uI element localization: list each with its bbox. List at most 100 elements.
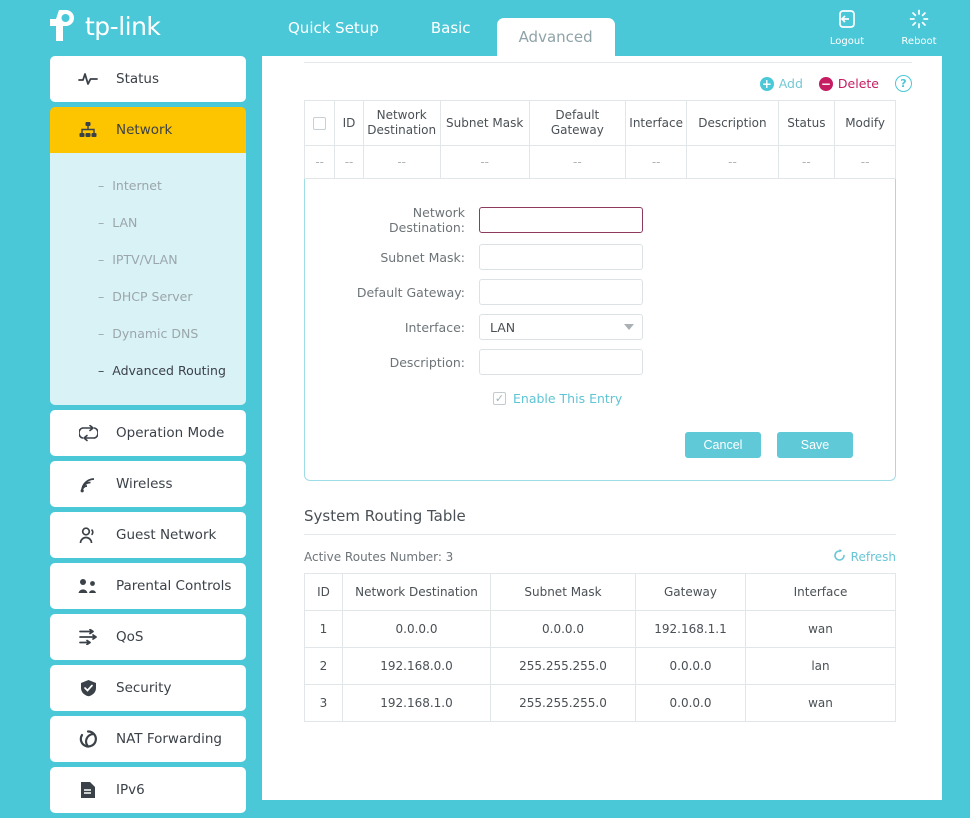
- cell-interface: --: [624, 145, 688, 179]
- document-icon: [78, 780, 98, 800]
- sidebar-item-network[interactable]: Network: [50, 107, 246, 153]
- sidebar-subitem-dhcp-server[interactable]: – DHCP Server: [50, 278, 246, 315]
- reboot-button[interactable]: Reboot: [894, 8, 944, 47]
- save-button[interactable]: Save: [777, 432, 853, 458]
- sys-cell-id: 1: [304, 610, 343, 648]
- enable-entry-checkbox[interactable]: ✓: [493, 392, 506, 405]
- sys-col-id: ID: [304, 573, 343, 611]
- label-description: Description:: [389, 354, 465, 370]
- cell-description: --: [686, 145, 779, 179]
- field-network-destination: Network Destination:: [305, 205, 895, 235]
- sidebar-item-parental-controls[interactable]: Parental Controls: [50, 563, 246, 609]
- sys-col-interface: Interface: [745, 573, 896, 611]
- sidebar-item-status[interactable]: Status: [50, 56, 246, 102]
- logout-button[interactable]: Logout: [822, 8, 872, 47]
- table-row-empty: -- -- -- -- -- -- -- -- --: [303, 145, 896, 179]
- select-all-header: [303, 100, 336, 146]
- sidebar-item-qos[interactable]: QoS: [50, 614, 246, 660]
- sidebar-item-wireless[interactable]: Wireless: [50, 461, 246, 507]
- add-button[interactable]: + Add: [759, 76, 803, 91]
- network-tree-icon: [78, 120, 98, 140]
- chevron-down-icon: [624, 324, 634, 330]
- sys-cell-mask: 255.255.255.0: [490, 647, 636, 685]
- sys-cell-id: 3: [304, 684, 343, 722]
- subnet-mask-input[interactable]: [479, 244, 643, 270]
- table-row: 3 192.168.1.0 255.255.255.0 0.0.0.0 wan: [304, 684, 896, 722]
- parental-icon: [78, 576, 98, 596]
- system-routing-table: ID Network Destination Subnet Mask Gatew…: [304, 573, 896, 722]
- help-icon[interactable]: ?: [895, 75, 912, 92]
- qos-arrows-icon: [78, 627, 98, 647]
- field-subnet-mask: Subnet Mask:: [305, 244, 895, 270]
- sidebar-item-nat-forwarding[interactable]: NAT Forwarding: [50, 716, 246, 762]
- sys-cell-gateway: 0.0.0.0: [635, 647, 746, 685]
- tplink-logo-mark: [45, 8, 79, 44]
- sys-col-mask: Subnet Mask: [490, 573, 636, 611]
- network-destination-input[interactable]: [479, 207, 643, 233]
- table-row: 1 0.0.0.0 0.0.0.0 192.168.1.1 wan: [304, 610, 896, 648]
- label-subnet-mask: Subnet Mask:: [380, 249, 465, 265]
- active-routes-number: Active Routes Number: 3: [304, 550, 454, 564]
- sys-cell-interface: wan: [745, 610, 896, 648]
- enable-entry-label[interactable]: Enable This Entry: [513, 391, 622, 406]
- submenu-label-advanced-routing: Advanced Routing: [112, 363, 226, 378]
- sidebar-subitem-iptv-vlan[interactable]: – IPTV/VLAN: [50, 241, 246, 278]
- sidebar-label-nat-forwarding: NAT Forwarding: [116, 731, 222, 747]
- pulse-icon: [78, 69, 98, 89]
- tplink-logo-text: tp-link: [85, 11, 161, 41]
- cell-id: --: [334, 145, 364, 179]
- app-header: tp-link Quick Setup Basic Advanced Logou…: [0, 0, 970, 56]
- sidebar-subitem-lan[interactable]: – LAN: [50, 204, 246, 241]
- tplink-logo: tp-link: [45, 8, 161, 44]
- main-content: + Add − Delete ? ID Network Destination …: [262, 56, 942, 800]
- label-default-gateway: Default Gateway:: [356, 284, 465, 300]
- wifi-icon: [78, 474, 98, 494]
- col-status: Status: [777, 100, 836, 146]
- sys-cell-id: 2: [304, 647, 343, 685]
- cancel-button[interactable]: Cancel: [685, 432, 761, 458]
- main-tabs: Quick Setup Basic Advanced: [262, 0, 615, 56]
- tab-advanced[interactable]: Advanced: [496, 18, 615, 56]
- tab-basic[interactable]: Basic: [405, 0, 497, 56]
- sidebar-subitem-advanced-routing[interactable]: – Advanced Routing: [50, 352, 246, 389]
- sidebar-subitem-internet[interactable]: – Internet: [50, 167, 246, 204]
- people-icon: [78, 525, 98, 545]
- col-interface: Interface: [624, 100, 688, 146]
- col-subnet-mask: Subnet Mask: [439, 100, 530, 146]
- cell-gateway: --: [528, 145, 626, 179]
- refresh-icon: [833, 549, 846, 565]
- sys-cell-interface: wan: [745, 684, 896, 722]
- logout-label: Logout: [829, 36, 865, 47]
- submenu-label-dynamic-dns: Dynamic DNS: [112, 326, 199, 341]
- sys-cell-gateway: 0.0.0.0: [635, 684, 746, 722]
- table-header-row: ID Network Destination Subnet Mask Defau…: [303, 100, 896, 146]
- default-gateway-input[interactable]: [479, 279, 643, 305]
- col-default-gateway: Default Gateway: [528, 100, 626, 146]
- sidebar-item-ipv6[interactable]: IPv6: [50, 767, 246, 813]
- system-routing-toolbar: Active Routes Number: 3 Refresh: [304, 549, 896, 565]
- field-description: Description:: [305, 349, 895, 375]
- sidebar-subitem-dynamic-dns[interactable]: – Dynamic DNS: [50, 315, 246, 352]
- form-buttons: Cancel Save: [305, 432, 895, 458]
- add-label: Add: [778, 76, 803, 91]
- tab-quick-setup[interactable]: Quick Setup: [262, 0, 405, 56]
- refresh-button[interactable]: Refresh: [833, 549, 896, 565]
- cell-select: --: [303, 145, 336, 179]
- submenu-label-iptv-vlan: IPTV/VLAN: [112, 252, 178, 267]
- select-all-checkbox[interactable]: [313, 116, 327, 130]
- sidebar-item-guest-network[interactable]: Guest Network: [50, 512, 246, 558]
- sidebar-item-operation-mode[interactable]: Operation Mode: [50, 410, 246, 456]
- interface-select-value: LAN: [490, 319, 516, 335]
- delete-button[interactable]: − Delete: [818, 76, 879, 91]
- logout-icon: [836, 8, 858, 34]
- shield-icon: [78, 678, 98, 698]
- submenu-dash: –: [98, 178, 105, 193]
- sidebar-label-qos: QoS: [116, 629, 144, 645]
- interface-select[interactable]: LAN: [479, 314, 643, 340]
- sidebar-label-wireless: Wireless: [116, 476, 173, 492]
- plus-icon: +: [759, 76, 774, 91]
- sidebar-item-security[interactable]: Security: [50, 665, 246, 711]
- description-input[interactable]: [479, 349, 643, 375]
- submenu-dash: –: [98, 326, 105, 341]
- sidebar-label-security: Security: [116, 680, 172, 696]
